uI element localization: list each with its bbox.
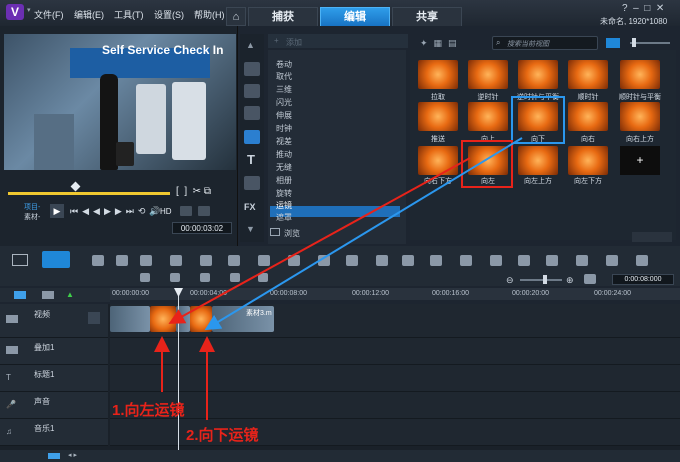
red-drag-arrow: [168, 157, 471, 324]
blue-drag-arrow: [204, 137, 523, 331]
annotation-overlay: [154, 137, 523, 420]
timeline-scrollbar[interactable]: ◂ ▸: [0, 450, 680, 462]
scroll-arrows-icon[interactable]: ◂ ▸: [68, 451, 77, 459]
annotation-label-1: 1.向左运镜: [112, 402, 185, 419]
scroll-thumb[interactable]: [48, 453, 60, 459]
annotation-label-2: 2.向下运镜: [186, 427, 259, 444]
